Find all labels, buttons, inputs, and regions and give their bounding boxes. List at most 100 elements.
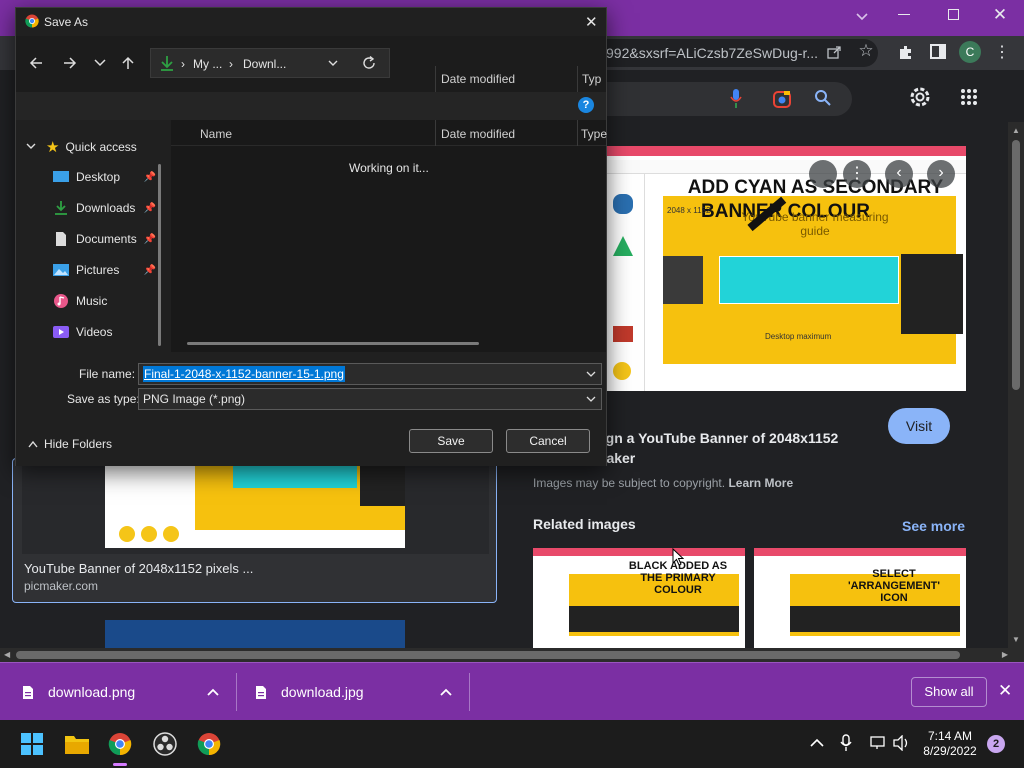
file-icon — [23, 685, 33, 699]
ghost-type-header: Typ — [582, 72, 602, 86]
pin-icon: 📌 — [143, 233, 156, 245]
nav-pictures[interactable]: Pictures 📌 — [16, 255, 166, 285]
chevron-down-icon[interactable] — [586, 396, 596, 403]
settings-gear-icon[interactable] — [908, 85, 932, 109]
chrome-taskbar-icon-2[interactable] — [197, 732, 221, 756]
chrome-logo-icon — [25, 14, 39, 28]
breadcrumb-segment-1[interactable]: My ... — [193, 57, 222, 71]
nav-documents[interactable]: Documents 📌 — [16, 224, 166, 254]
tray-overflow-chevron-icon[interactable] — [810, 736, 824, 750]
windows-start-icon[interactable] — [21, 733, 43, 755]
help-icon[interactable]: ? — [578, 97, 594, 113]
star-icon: ★ — [46, 139, 60, 156]
bookmark-star-icon[interactable]: ☆ — [856, 41, 876, 61]
visit-button[interactable]: Visit — [888, 408, 950, 444]
chevron-down-icon[interactable] — [328, 60, 338, 68]
download-item-2[interactable]: download.jpg — [255, 663, 455, 721]
next-result-thumbnail[interactable] — [105, 620, 405, 648]
main-preview-image[interactable]: ADD CYAN AS SECONDARY BANNER COLOUR YouT… — [605, 146, 966, 391]
chrome-taskbar-icon[interactable] — [108, 732, 132, 756]
file-explorer-icon[interactable] — [65, 734, 89, 754]
dialog-title: Save As — [44, 15, 89, 29]
navigation-pane: ★ Quick access Desktop 📌 Downloads 📌 Doc… — [16, 120, 168, 352]
save-button[interactable]: Save — [409, 429, 493, 453]
breadcrumb-segment-2[interactable]: Downl... — [243, 57, 286, 71]
file-name-input[interactable]: Final-1-2048-x-1152-banner-15-1.png — [138, 363, 602, 385]
column-header-type[interactable]: Type — [581, 127, 607, 141]
related-image-2[interactable]: SELECT 'ARRANGEMENT' ICON — [754, 548, 966, 648]
address-url: 992&sxsrf=ALiCzsb7ZeSwDug-r... — [606, 45, 819, 61]
nav-videos[interactable]: Videos — [16, 317, 166, 347]
next-image-icon[interactable]: › — [927, 160, 955, 188]
save-type-select[interactable]: PNG Image (*.png) — [138, 388, 602, 410]
cancel-button[interactable]: Cancel — [506, 429, 590, 453]
show-all-downloads-button[interactable]: Show all — [911, 677, 987, 707]
obs-studio-icon[interactable] — [153, 732, 177, 756]
previous-image-icon[interactable]: ‹ — [885, 160, 913, 188]
volume-icon[interactable] — [893, 735, 911, 751]
notification-badge[interactable]: 2 — [987, 735, 1005, 753]
chevron-down-icon[interactable] — [586, 371, 596, 378]
result-thumbnail[interactable] — [105, 466, 405, 548]
mouse-cursor-icon — [672, 548, 684, 566]
music-folder-icon — [54, 294, 68, 308]
lens-overlay-icon[interactable] — [809, 160, 837, 188]
nav-downloads[interactable]: Downloads 📌 — [16, 193, 166, 223]
search-icon[interactable] — [814, 89, 832, 107]
lens-search-icon[interactable] — [772, 89, 792, 109]
refresh-icon[interactable] — [362, 56, 376, 70]
nav-desktop[interactable]: Desktop 📌 — [16, 162, 166, 192]
network-icon[interactable] — [870, 736, 886, 750]
pin-icon: 📌 — [143, 171, 156, 183]
column-header-date[interactable]: Date modified — [441, 127, 515, 141]
up-folder-arrow-icon[interactable] — [120, 55, 136, 71]
file-list-hscrollbar[interactable] — [187, 342, 479, 345]
desktop-folder-icon — [53, 171, 69, 182]
related-image-1[interactable]: BLACK ADDED AS THE PRIMARY COLOUR — [533, 548, 745, 648]
hide-folders-toggle[interactable]: Hide Folders — [28, 437, 112, 451]
chevron-up-icon[interactable] — [207, 688, 219, 696]
column-header-name[interactable]: Name — [200, 127, 232, 141]
more-options-icon[interactable]: ⋮ — [843, 160, 871, 188]
learn-more-link[interactable]: Learn More — [728, 476, 793, 490]
side-panel-icon[interactable] — [930, 44, 946, 59]
pin-icon: 📌 — [143, 202, 156, 214]
file-list: Name Date modified Type Working on it... — [171, 120, 607, 352]
extensions-puzzle-icon[interactable] — [897, 43, 915, 61]
address-breadcrumb[interactable]: › My ... › Downl... — [150, 48, 390, 78]
recent-locations-chevron-icon[interactable] — [94, 59, 106, 67]
microphone-icon[interactable] — [840, 734, 852, 752]
tab-search-icon[interactable] — [852, 6, 872, 26]
close-downloads-bar-icon[interactable]: ✕ — [998, 681, 1016, 701]
nav-music[interactable]: Music — [16, 286, 166, 316]
download-item-1[interactable]: download.png — [22, 663, 222, 721]
restore-window-icon[interactable] — [948, 9, 959, 20]
share-icon[interactable] — [826, 44, 842, 60]
vertical-scrollbar[interactable]: ▲ ▼ — [1008, 122, 1024, 648]
voice-search-icon[interactable] — [729, 88, 743, 110]
active-app-indicator — [113, 763, 127, 766]
nav-pane-scrollbar[interactable] — [158, 164, 161, 346]
nav-quick-access[interactable]: ★ Quick access — [16, 132, 166, 162]
horizontal-scrollbar[interactable]: ◀ ▶ — [0, 648, 1024, 662]
chrome-menu-icon[interactable]: ⋮ — [994, 42, 1010, 62]
dialog-close-icon[interactable]: ✕ — [585, 13, 598, 31]
videos-folder-icon — [53, 326, 69, 338]
chevron-down-icon[interactable] — [26, 143, 36, 151]
result-title[interactable]: YouTube Banner of 2048x1152 pixels ... — [24, 561, 253, 576]
minimize-window-icon[interactable] — [898, 14, 910, 15]
dialog-title-bar: Save As ✕ — [16, 8, 606, 36]
image-title[interactable]: sign a YouTube Banner of 2048x1152 maker — [594, 428, 874, 468]
profile-avatar[interactable]: C — [959, 41, 981, 63]
downloads-bar: download.png download.jpg Show all ✕ — [0, 662, 1024, 720]
see-more-link[interactable]: See more — [902, 518, 965, 534]
download-arrow-icon — [161, 56, 173, 71]
clock[interactable]: 7:14 AM 8/29/2022 — [918, 729, 982, 759]
back-arrow-icon[interactable] — [28, 55, 44, 71]
forward-arrow-icon[interactable] — [62, 55, 78, 71]
chevron-up-icon[interactable] — [440, 688, 452, 696]
downloads-folder-icon — [55, 201, 67, 215]
close-window-icon[interactable]: ✕ — [990, 5, 1010, 25]
apps-grid-icon[interactable] — [960, 88, 978, 106]
windows-taskbar: 7:14 AM 8/29/2022 2 — [0, 720, 1024, 768]
